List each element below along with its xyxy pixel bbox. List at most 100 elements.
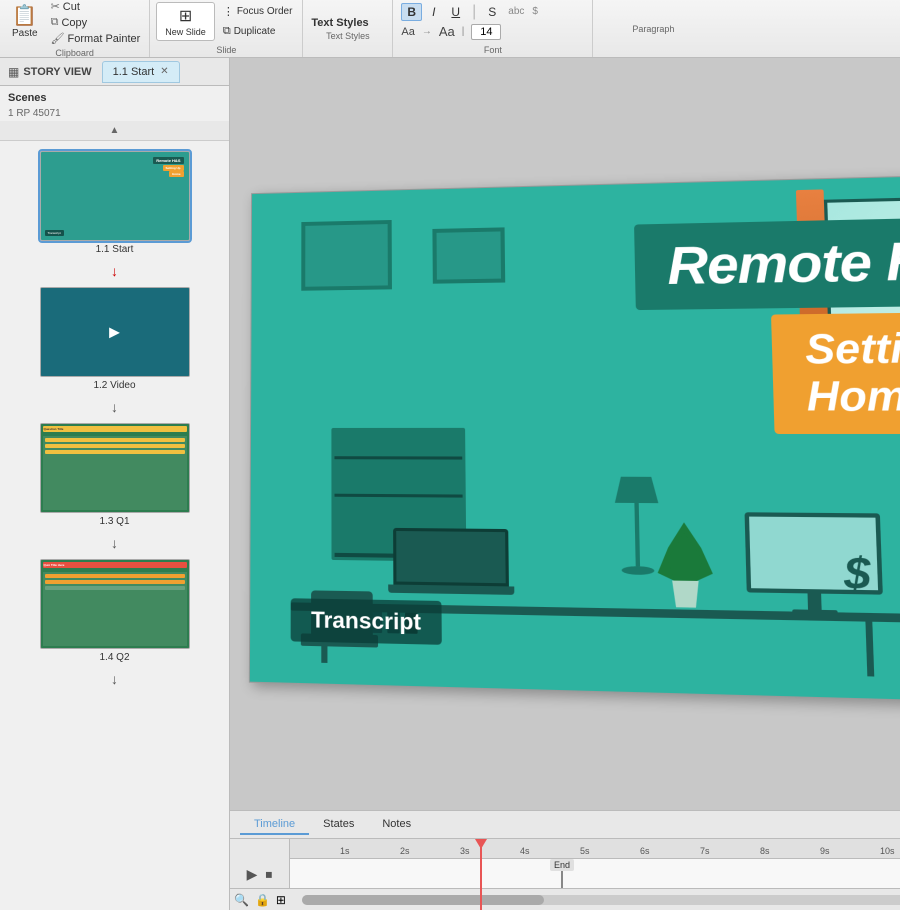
playhead[interactable] xyxy=(480,839,482,910)
clipboard-label: Clipboard xyxy=(55,48,94,58)
focus-order-icon: ⋮ xyxy=(223,5,234,18)
focus-order-button[interactable]: ⋮ Focus Order xyxy=(219,3,297,20)
slide-title-text: Remote H xyxy=(634,217,900,310)
timeline-area: ▶ ⏹ 1s 2s 3s 4s 5s 6s 7s 8s 9s 10s xyxy=(230,839,900,910)
bold-button[interactable]: B xyxy=(401,3,422,21)
bottom-controls-row: 🔍 🔒 ⊞ xyxy=(230,888,900,910)
paragraph-group: Paragraph xyxy=(593,0,713,57)
copy-label: Copy xyxy=(61,17,87,29)
format-painter-label: Format Painter xyxy=(68,33,141,45)
tab-start-label: 1.1 Start xyxy=(113,66,155,78)
underline-button[interactable]: U xyxy=(445,3,466,21)
slide-4-label: 1.4 Q2 xyxy=(99,652,129,663)
timeline-ruler: 1s 2s 3s 4s 5s 6s 7s 8s 9s 10s 11s xyxy=(290,839,900,859)
connector-arrow-1: ↓ xyxy=(0,261,229,281)
slide-orange-box: Settin Home xyxy=(771,312,900,434)
font-group: B I U | S abc $ Aa → Aa | 14 Font xyxy=(393,0,593,57)
format-painter-icon: 🖌 xyxy=(51,32,65,45)
slide-item-1[interactable]: Remote H&S Setting Up Home Transcript 1.… xyxy=(0,145,229,261)
ruler-1s: 1s xyxy=(340,846,350,856)
paste-button[interactable]: 📋 Paste xyxy=(6,4,44,41)
connector-arrow-3: ↓ xyxy=(0,533,229,553)
stop-button[interactable]: ⏹ xyxy=(265,866,272,883)
story-view-icon: ▦ xyxy=(8,65,19,79)
cut-button[interactable]: ✂ Cut xyxy=(48,0,144,14)
strikethrough-button[interactable]: S xyxy=(482,3,502,21)
tab-start[interactable]: 1.1 Start ✕ xyxy=(102,61,180,83)
scroll-up-arrow[interactable]: ▲ xyxy=(110,125,120,136)
tab-states[interactable]: States xyxy=(309,815,368,835)
slide-item-4[interactable]: Quiz Title Here 1.4 Q2 xyxy=(0,553,229,669)
ruler-2s: 2s xyxy=(400,846,410,856)
clipboard-group: 📋 Paste ✂ Cut ⧉ Copy 🖌 Format Painter Cl… xyxy=(0,0,150,57)
copy-button[interactable]: ⧉ Copy xyxy=(48,15,144,30)
new-slide-button[interactable]: ⊞ New Slide xyxy=(156,2,215,41)
slide-main-wrapper[interactable]: $ Remote H Settin Home Transcrip xyxy=(230,58,900,810)
bottom-panel: Timeline States Notes ▶ ⏹ 1s 2s 3s xyxy=(230,810,900,910)
slide-thumb-3: Question Title xyxy=(40,423,190,513)
new-slide-icon: ⊞ xyxy=(179,6,192,26)
orange-line-1: Settin xyxy=(805,325,900,374)
font-group-label: Font xyxy=(401,45,584,55)
play-button[interactable]: ▶ xyxy=(247,866,258,883)
ruler-5s: 5s xyxy=(580,846,590,856)
content-row: ▦ STORY VIEW 1.1 Start ✕ ▼ Scenes 1 RP 4… xyxy=(0,58,900,910)
tab-notes[interactable]: Notes xyxy=(368,815,425,835)
scenes-header: Scenes xyxy=(0,86,229,106)
end-label: End xyxy=(550,859,574,871)
bottom-tabs: Timeline States Notes xyxy=(230,811,900,839)
layers-icon[interactable]: ⊞ xyxy=(276,893,286,907)
copy-icon: ⧉ xyxy=(51,16,59,29)
lock-icon[interactable]: 🔒 xyxy=(255,893,270,907)
ruler-4s: 4s xyxy=(520,846,530,856)
slides-list[interactable]: Remote H&S Setting Up Home Transcript 1.… xyxy=(0,141,229,910)
transcript-badge: Transcript xyxy=(291,598,443,645)
left-panel: ▦ STORY VIEW 1.1 Start ✕ ▼ Scenes 1 RP 4… xyxy=(0,58,230,910)
cut-label: Cut xyxy=(63,1,80,13)
story-view-label: STORY VIEW xyxy=(23,66,91,78)
wall-frame-1 xyxy=(301,220,392,291)
new-slide-label: New Slide xyxy=(165,27,206,37)
zoom-icon[interactable]: 🔍 xyxy=(234,893,249,907)
clipboard-small-actions: ✂ Cut ⧉ Copy 🖌 Format Painter xyxy=(48,0,144,46)
tab-timeline[interactable]: Timeline xyxy=(240,815,309,835)
plant xyxy=(657,522,714,608)
paste-label: Paste xyxy=(12,28,38,39)
slide-3-label: 1.3 Q1 xyxy=(99,516,129,527)
format-painter-button[interactable]: 🖌 Format Painter xyxy=(48,31,144,46)
focus-order-label: Focus Order xyxy=(237,6,293,17)
italic-button[interactable]: I xyxy=(426,3,441,21)
connector-arrow-4: ↓ xyxy=(0,669,229,689)
slide-thumb-2: ▶ xyxy=(40,287,190,377)
slide-2-label: 1.2 Video xyxy=(93,380,135,391)
tab-close-icon[interactable]: ✕ xyxy=(160,66,168,77)
paste-icon: 📋 xyxy=(12,6,37,26)
wall-frame-2 xyxy=(432,227,505,283)
duplicate-label: Duplicate xyxy=(234,26,276,37)
playhead-triangle xyxy=(475,839,487,849)
ruler-7s: 7s xyxy=(700,846,710,856)
slide-item-2[interactable]: ▶ 1.2 Video xyxy=(0,281,229,397)
toolbar: 📋 Paste ✂ Cut ⧉ Copy 🖌 Format Painter Cl… xyxy=(0,0,900,58)
slide-canvas-area: $ Remote H Settin Home Transcrip xyxy=(230,58,900,910)
duplicate-icon: ⧉ xyxy=(223,25,231,38)
slide-canvas[interactable]: $ Remote H Settin Home Transcrip xyxy=(249,175,900,702)
ruler-8s: 8s xyxy=(760,846,770,856)
ruler-6s: 6s xyxy=(640,846,650,856)
laptop xyxy=(393,528,509,602)
main-area: ▦ STORY VIEW 1.1 Start ✕ ▼ Scenes 1 RP 4… xyxy=(0,58,900,910)
cut-icon: ✂ xyxy=(51,0,60,13)
text-styles-group-label: Text Styles xyxy=(311,31,384,41)
font-size-box[interactable]: 14 xyxy=(471,24,501,40)
duplicate-button[interactable]: ⧉ Duplicate xyxy=(219,23,297,40)
slide-item-3[interactable]: Question Title 1.3 Q1 xyxy=(0,417,229,533)
connector-arrow-2: ↓ xyxy=(0,397,229,417)
orange-line-2: Home xyxy=(806,373,900,421)
story-view-bar: ▦ STORY VIEW 1.1 Start ✕ ▼ xyxy=(0,58,229,86)
text-styles-group: Text Styles Text Styles xyxy=(303,0,393,57)
scene-item-label: 1 RP 45071 xyxy=(0,106,229,121)
ruler-10s: 10s xyxy=(880,846,895,856)
timeline-scrollbar[interactable] xyxy=(302,895,900,905)
slide-1-label: 1.1 Start xyxy=(96,244,134,255)
text-styles-label[interactable]: Text Styles xyxy=(311,17,384,29)
